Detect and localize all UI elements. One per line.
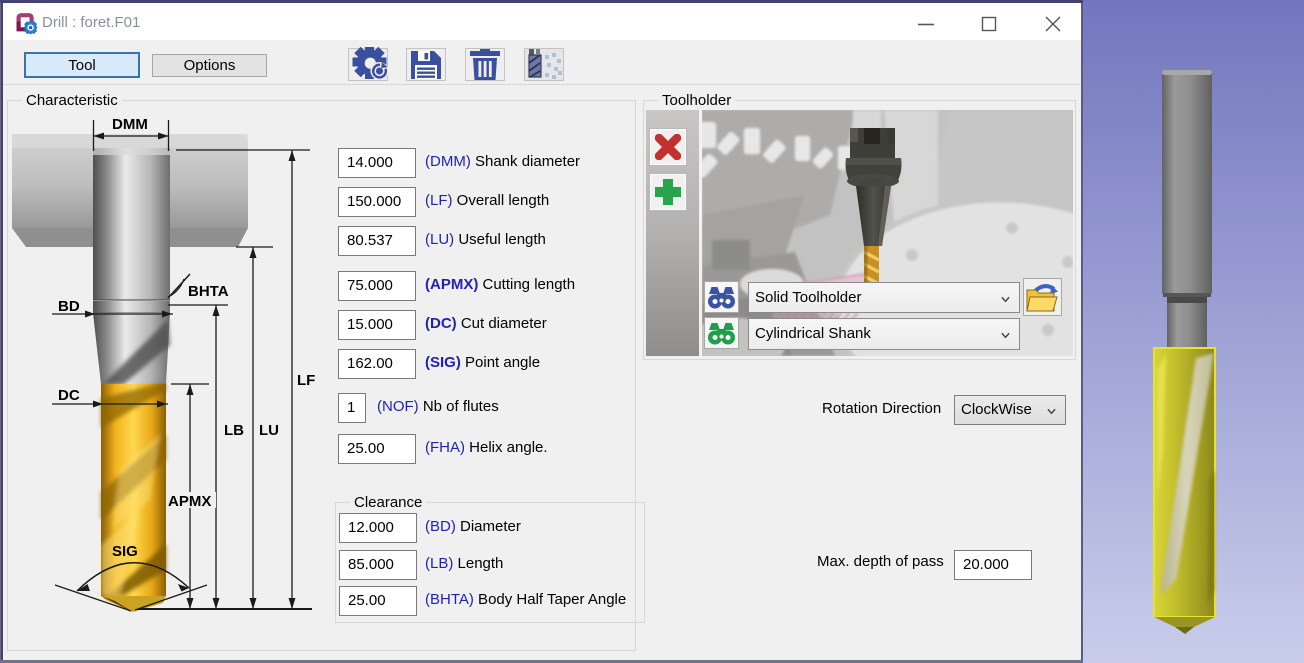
svg-text:BD: BD xyxy=(58,298,80,315)
svg-text:LF: LF xyxy=(297,372,315,389)
svg-text:SIG: SIG xyxy=(112,543,138,560)
svg-text:DMM: DMM xyxy=(112,116,148,133)
svg-text:LB: LB xyxy=(224,422,244,439)
svg-text:DC: DC xyxy=(58,387,80,404)
svg-text:BHTA: BHTA xyxy=(188,283,229,300)
svg-text:APMX: APMX xyxy=(168,493,211,510)
svg-text:LU: LU xyxy=(259,422,279,439)
